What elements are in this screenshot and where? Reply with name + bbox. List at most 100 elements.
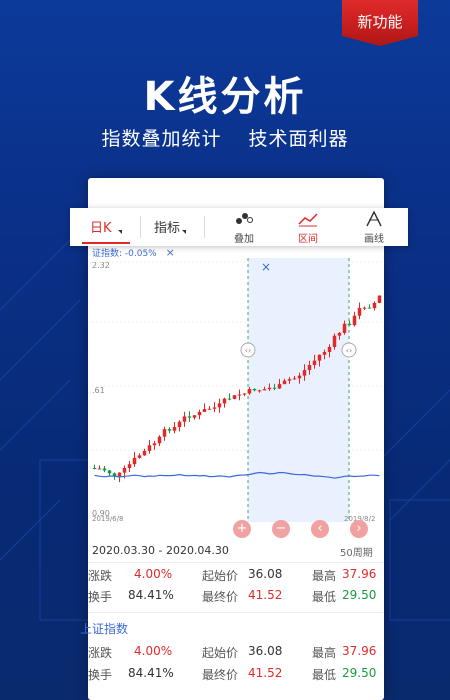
candle-body xyxy=(372,302,377,309)
candle-body xyxy=(267,387,272,390)
candle-body xyxy=(227,398,232,400)
end-price-value: 41.52 xyxy=(248,588,283,602)
kline-toolbar: 日K 指标 叠加 区间 画线 xyxy=(70,208,408,246)
high-value: 37.96 xyxy=(342,644,377,658)
start-price-label: 起始价 xyxy=(202,569,239,583)
start-price-value: 36.08 xyxy=(248,644,283,658)
dropdown-corner-icon xyxy=(118,230,122,234)
svg-text:‹›: ‹› xyxy=(346,346,352,355)
candle-body xyxy=(172,427,177,431)
candle-body xyxy=(132,457,137,465)
headline: K线分析 xyxy=(143,74,307,120)
svg-text:‹›: ‹› xyxy=(245,346,251,355)
low-label: 最低 xyxy=(312,590,337,604)
zoom-out-button[interactable]: − xyxy=(272,520,290,538)
change-value: 4.00% xyxy=(134,644,173,658)
candle-body xyxy=(212,407,217,409)
candle-body xyxy=(92,468,97,469)
candlestick-chart[interactable]: ‹› ‹› × 2019/6/8 2019/8/2 xyxy=(92,258,382,526)
candle-body xyxy=(282,380,287,385)
candle-body xyxy=(102,468,107,471)
candle-body xyxy=(377,295,382,303)
candle-body xyxy=(122,467,127,473)
candle-body xyxy=(342,323,347,333)
candle-body xyxy=(97,468,102,470)
active-tab-underline xyxy=(82,242,130,244)
start-price-label: 起始价 xyxy=(202,646,239,660)
divider xyxy=(88,562,384,563)
divider xyxy=(88,612,384,613)
end-price-label: 最终价 xyxy=(202,668,239,682)
candle-body xyxy=(162,429,167,437)
candle-body xyxy=(347,323,352,326)
candle-body xyxy=(167,429,172,431)
candle-body xyxy=(202,409,207,412)
subhead-right: 技术面利器 xyxy=(248,128,349,150)
candle-body xyxy=(107,470,112,474)
turnover-label: 换手 xyxy=(88,668,113,682)
low-value: 29.50 xyxy=(342,588,377,602)
change-label: 涨跌 xyxy=(88,646,113,660)
candle-body xyxy=(332,335,337,347)
subhead-left: 指数叠加统计 xyxy=(101,128,222,150)
range-start-handle[interactable]: ‹› xyxy=(240,342,256,358)
candle-body xyxy=(292,378,297,380)
candle-body xyxy=(147,445,152,451)
tab-indicator[interactable]: 指标 xyxy=(150,208,204,246)
tool-range-label: 区间 xyxy=(298,234,318,245)
candle-body xyxy=(117,472,122,477)
tool-overlay-label: 叠加 xyxy=(234,234,254,245)
close-selection-icon[interactable]: × xyxy=(261,260,271,274)
candle-body xyxy=(137,455,142,458)
candle-body xyxy=(237,394,242,396)
candle-body xyxy=(187,416,192,418)
turnover-value: 84.41% xyxy=(128,588,174,602)
candle-body xyxy=(252,389,257,391)
candle-body xyxy=(337,332,342,336)
tab-daily-k[interactable]: 日K xyxy=(82,208,132,246)
range-icon xyxy=(298,213,318,227)
zoom-in-button[interactable]: + xyxy=(233,520,251,538)
high-label: 最高 xyxy=(312,569,337,583)
candle-body xyxy=(157,436,162,444)
change-value: 4.00% xyxy=(134,567,173,581)
low-value: 29.50 xyxy=(342,666,377,680)
tool-draw-line[interactable]: 画线 xyxy=(354,208,394,246)
dropdown-corner-icon xyxy=(182,230,186,234)
candle-body xyxy=(307,364,312,371)
candle-body xyxy=(327,346,332,352)
tool-range[interactable]: 区间 xyxy=(288,208,328,246)
range-end-handle[interactable]: ‹› xyxy=(341,342,357,358)
stock-stats: 涨跌 4.00% 起始价 36.08 最高 37.96 换手 84.41% 最终… xyxy=(88,567,384,607)
candle-body xyxy=(362,307,367,309)
candle-body xyxy=(242,393,247,395)
high-value: 37.96 xyxy=(342,567,377,581)
candle-body xyxy=(152,443,157,446)
tool-overlay[interactable]: 叠加 xyxy=(224,208,264,246)
low-label: 最低 xyxy=(312,668,337,682)
candle-body xyxy=(287,379,292,381)
turnover-label: 换手 xyxy=(88,590,113,604)
date-range: 2020.03.30 - 2020.04.30 xyxy=(92,544,229,557)
candle-body xyxy=(222,398,227,404)
high-label: 最高 xyxy=(312,646,337,660)
overlay-icon xyxy=(236,213,253,224)
candle-body xyxy=(127,464,132,468)
candle-body xyxy=(192,415,197,418)
x-tick-start: 2019/6/8 xyxy=(92,515,123,523)
draw-line-icon xyxy=(366,211,382,227)
divider xyxy=(140,216,141,238)
candle-body xyxy=(302,370,307,376)
candle-body xyxy=(197,411,202,416)
candle-body xyxy=(182,416,187,422)
candle-body xyxy=(217,403,222,408)
index-stats: 涨跌 4.00% 起始价 36.08 最高 37.96 换手 84.41% 最终… xyxy=(88,644,384,684)
candle-body xyxy=(177,421,182,428)
scroll-right-button[interactable]: › xyxy=(350,520,368,538)
scroll-left-button[interactable]: ‹ xyxy=(311,520,329,538)
candle-body xyxy=(297,375,302,379)
divider xyxy=(204,216,205,238)
candle-body xyxy=(272,387,277,389)
change-label: 涨跌 xyxy=(88,569,113,583)
index-name: 上证指数 xyxy=(80,622,129,636)
